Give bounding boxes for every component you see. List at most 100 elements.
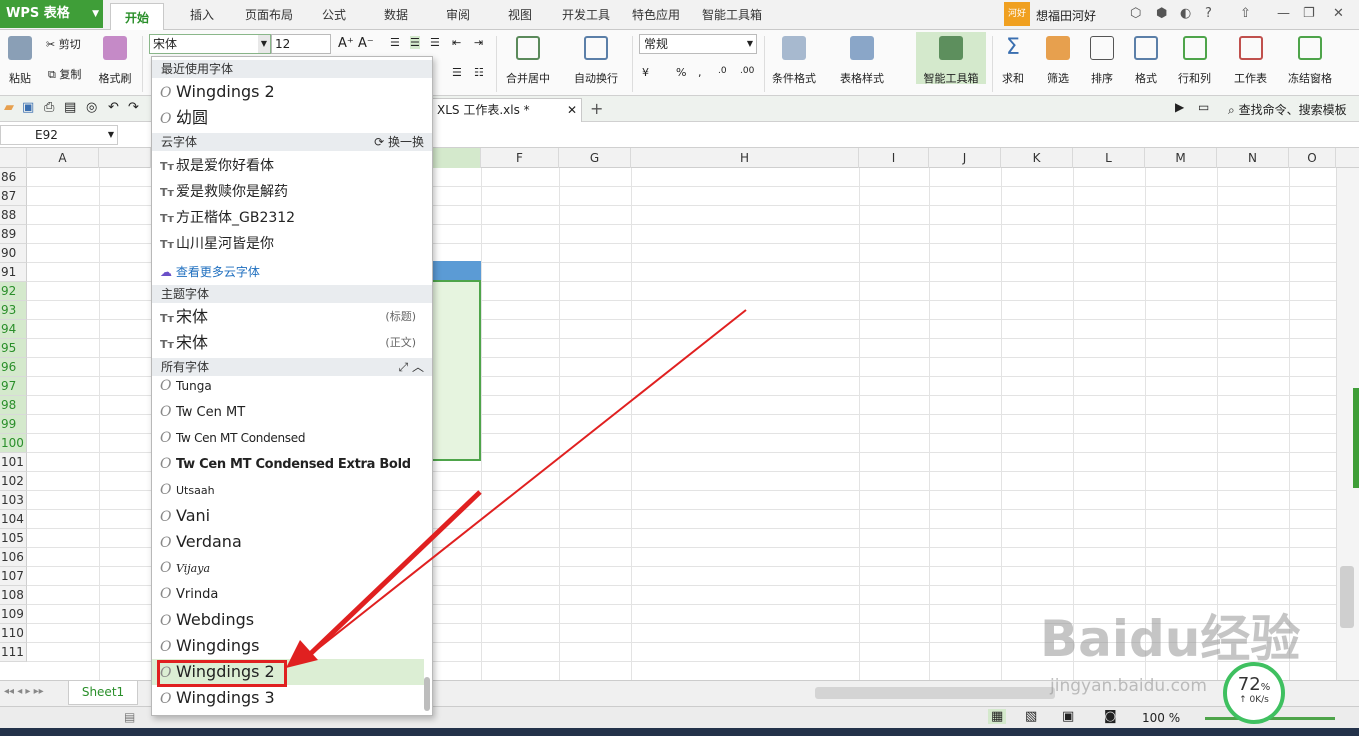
column-header-j[interactable]: J (929, 148, 1001, 168)
tab-formulas[interactable]: 公式 (322, 6, 346, 23)
zoom-level[interactable]: 100 % (1142, 711, 1180, 725)
column-header-a[interactable]: A (27, 148, 99, 168)
horizontal-scroll-thumb[interactable] (815, 687, 1055, 699)
column-header-h[interactable]: H (631, 148, 859, 168)
row-header[interactable]: 99 (0, 415, 27, 434)
sheet-nav-icon[interactable]: ◂◂ ◂ ▸ ▸▸ (4, 686, 44, 697)
filter-button[interactable]: 筛选 (1046, 36, 1070, 86)
select-all-corner[interactable] (0, 148, 27, 168)
preview-icon[interactable]: ◎ (86, 100, 97, 115)
close-icon[interactable]: ✕ (567, 99, 577, 121)
cut-button[interactable]: ✂ 剪切 (46, 36, 81, 52)
font-option[interactable]: O Utsaah (152, 477, 424, 503)
help-icon[interactable]: ? (1205, 6, 1212, 21)
tab-special-apps[interactable]: 特色应用 (632, 6, 680, 23)
cloud-font-option[interactable]: Tт 方正楷体_GB2312 (152, 205, 424, 231)
share-icon[interactable]: ◐ (1180, 6, 1191, 21)
column-header-b[interactable] (99, 148, 151, 168)
row-header[interactable]: 98 (0, 396, 27, 415)
align-right-icon[interactable]: ☰ (452, 66, 462, 79)
worksheet-button[interactable]: 工作表 (1234, 36, 1267, 86)
indent-icon[interactable]: ⇤ (452, 36, 461, 49)
align-middle-icon[interactable]: ☰ (410, 36, 420, 49)
column-header-g[interactable]: G (559, 148, 631, 168)
row-header[interactable]: 104 (0, 510, 27, 529)
wrap-text-button[interactable]: 自动换行 (574, 36, 618, 86)
font-option[interactable]: O Verdana (152, 529, 424, 555)
plus-icon[interactable]: + (590, 99, 603, 118)
row-header[interactable]: 94 (0, 320, 27, 339)
row-header[interactable]: 88 (0, 206, 27, 225)
sort-button[interactable]: 排序 (1090, 36, 1114, 86)
restore-icon[interactable]: ❐ (1303, 6, 1315, 21)
font-option[interactable]: O Tw Cen MT Condensed Extra Bold (152, 451, 424, 477)
tab-review[interactable]: 审阅 (446, 6, 470, 23)
paste-button[interactable]: 粘贴 (2, 36, 38, 86)
column-header-e[interactable] (430, 148, 481, 168)
row-header[interactable]: 105 (0, 529, 27, 548)
chevron-down-icon[interactable]: ▼ (258, 35, 270, 53)
font-name-combo[interactable]: 宋体 ▼ (149, 34, 271, 54)
font-option[interactable]: O 幼圆 (152, 105, 424, 131)
sheet-tab[interactable]: Sheet1 (68, 681, 138, 705)
print-preview-icon[interactable]: ⎙ (44, 100, 54, 115)
tab-data[interactable]: 数据 (384, 6, 408, 23)
reading-mode-icon[interactable]: ◙ (1104, 709, 1117, 724)
tab-developer[interactable]: 开发工具 (562, 6, 610, 23)
folder-icon[interactable]: ▰ (4, 100, 14, 115)
row-header[interactable]: 97 (0, 377, 27, 396)
column-header-m[interactable]: M (1145, 148, 1217, 168)
column-header-i[interactable]: I (859, 148, 929, 168)
font-option[interactable]: O Wingdings 2 (152, 79, 424, 105)
page-layout-view-icon[interactable]: ▧ (1025, 709, 1037, 724)
row-header[interactable]: 91 (0, 263, 27, 282)
conditional-format-button[interactable]: 条件格式 (772, 36, 816, 86)
theme-font-option[interactable]: Tт 宋体 (正文) (152, 330, 424, 356)
refresh-cloud-fonts[interactable]: ⟳ 换一换 (374, 133, 424, 151)
font-dropdown[interactable]: 最近使用字体 O Wingdings 2 O 幼圆 云字体 ⟳ 换一换 Tт 叔是爱你… (151, 56, 433, 716)
upload-icon[interactable]: ⇧ (1240, 6, 1251, 21)
close-icon[interactable]: ✕ (1333, 6, 1344, 21)
distributed-icon[interactable]: ☷ (474, 66, 484, 79)
save-icon[interactable]: ▣ (22, 100, 34, 115)
freeze-panes-button[interactable]: 冻结窗格 (1288, 36, 1332, 86)
column-header-o[interactable]: O (1289, 148, 1336, 168)
column-header-l[interactable]: L (1073, 148, 1145, 168)
row-header[interactable]: 89 (0, 225, 27, 244)
font-option[interactable]: O Tunga (152, 373, 424, 399)
font-option[interactable]: O Tw Cen MT Condensed (152, 425, 424, 451)
copy-button[interactable]: ⧉ 复制 (48, 66, 81, 82)
align-top-icon[interactable]: ☰ (390, 36, 400, 49)
undo-icon[interactable]: ↶ (108, 100, 119, 115)
number-format-combo[interactable]: 常规 ▼ (639, 34, 757, 54)
row-header[interactable]: 102 (0, 472, 27, 491)
tab-view[interactable]: 视图 (508, 6, 532, 23)
row-header[interactable]: 96 (0, 358, 27, 377)
percent-icon[interactable]: % (676, 66, 686, 79)
row-header[interactable]: 111 (0, 643, 27, 662)
format-button[interactable]: 格式 (1134, 36, 1158, 86)
row-header[interactable]: 90 (0, 244, 27, 263)
decrease-font-icon[interactable]: A⁻ (358, 36, 374, 51)
row-header[interactable]: 103 (0, 491, 27, 510)
skin-icon[interactable]: ⬡ (1130, 6, 1141, 21)
minimize-icon[interactable]: — (1277, 6, 1290, 21)
cloud-font-option[interactable]: Tт 山川星河皆是你 (152, 231, 424, 257)
name-box[interactable]: E92 ▼ (0, 125, 118, 145)
message-icon[interactable]: ▭ (1198, 100, 1209, 114)
dropdown-scroll-thumb[interactable] (424, 677, 430, 711)
decrease-decimal-icon[interactable]: .00 (740, 66, 754, 76)
row-header[interactable]: 100 (0, 434, 27, 453)
rows-cols-button[interactable]: 行和列 (1178, 36, 1211, 86)
font-option[interactable]: O Wingdings (152, 633, 424, 659)
align-bottom-icon[interactable]: ☰ (430, 36, 440, 49)
thousands-icon[interactable]: , (698, 66, 702, 79)
font-option[interactable]: O Vrinda (152, 581, 424, 607)
column-header-n[interactable]: N (1217, 148, 1289, 168)
document-tab[interactable]: XLS 工作表.xls * ✕ (432, 98, 582, 122)
table-style-button[interactable]: 表格样式 (840, 36, 884, 86)
row-header[interactable]: 87 (0, 187, 27, 206)
row-header[interactable]: 110 (0, 624, 27, 643)
merge-center-button[interactable]: 合并居中 (506, 36, 550, 86)
print-icon[interactable]: ▤ (64, 100, 76, 115)
